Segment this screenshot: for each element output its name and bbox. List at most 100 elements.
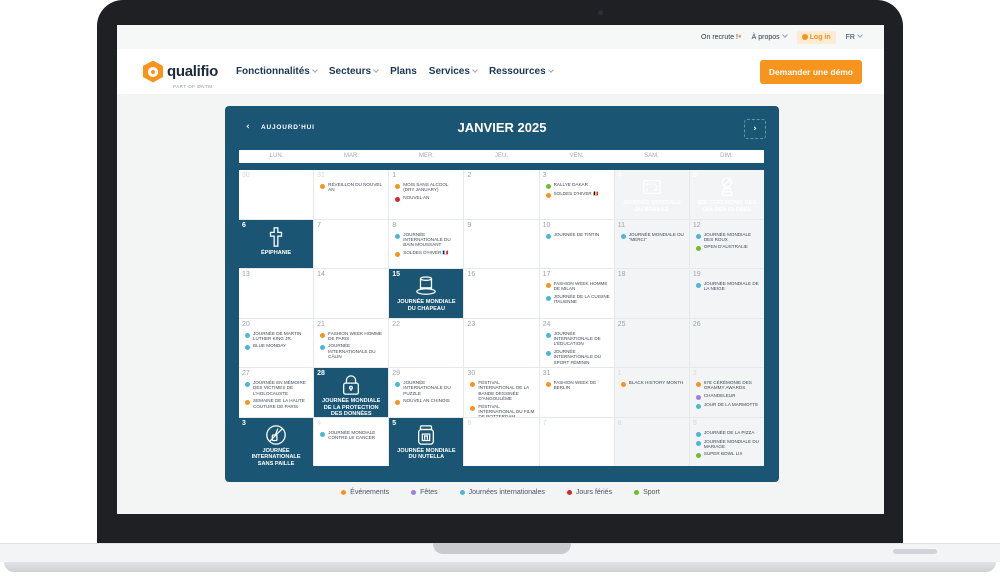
calendar-day[interactable]: 2 <box>464 170 539 219</box>
calendar-day[interactable]: 7 <box>539 417 614 466</box>
event-label: Festival international de la bande dessi… <box>478 380 529 402</box>
calendar-day[interactable]: 14 <box>314 269 389 318</box>
calendar-event[interactable]: Journée internationale du sport féminin <box>545 349 611 365</box>
nav-item-fonctionnalites[interactable]: Fonctionnalités <box>236 66 318 77</box>
calendar-day[interactable]: 4 Journée mondiale contre le cancer <box>314 417 389 466</box>
calendar-day[interactable]: 30 Festival international de la bande des… <box>464 368 539 417</box>
next-month-button[interactable]: › <box>744 119 766 139</box>
calendar-day[interactable]: 31 Réveillon du Nouvel An <box>314 170 389 219</box>
calendar-day[interactable]: 18 <box>614 269 689 318</box>
calendar-event[interactable]: Journée de la cuisine italienne <box>545 294 611 305</box>
calendar-event[interactable]: Journée de la pizza <box>695 430 761 437</box>
calendar-day[interactable]: 27 Journée en mémoire des victimes de l'H… <box>239 368 314 417</box>
language-selector[interactable]: FR <box>846 31 863 41</box>
calendar-event[interactable]: Mois sans alcool (Dry January) <box>395 182 460 193</box>
calendar-event[interactable]: Journée mondiale contre le cancer <box>320 430 385 441</box>
calendar-event[interactable]: Journée internationale du bain moussant <box>395 232 460 248</box>
nav-item-services[interactable]: Services <box>429 66 478 77</box>
calendar-day[interactable]: 22 <box>389 318 464 367</box>
calendar-event[interactable]: Journée de Tintin <box>545 232 611 239</box>
calendar-event[interactable]: Fashion Week Homme de Paris <box>320 331 385 342</box>
calendar-event[interactable]: Réveillon du Nouvel An <box>320 182 385 193</box>
calendar-event[interactable]: Blue Monday <box>245 343 310 351</box>
calendar-day-featured[interactable]: 3 Journée internationale sans paille <box>239 417 314 466</box>
calendar-day[interactable]: 3 Rallye Dakar Soldes d'hiver 🇧🇪 <box>539 170 614 219</box>
calendar-day-featured[interactable]: 15 Journée mondiale du chapeau <box>389 269 464 318</box>
calendar-day[interactable]: 29 Journée internationale du puzzle Nouvel… <box>389 368 464 417</box>
legend-item[interactable]: Sport <box>634 489 660 496</box>
category-dot-icon <box>620 382 626 387</box>
demo-request-button[interactable]: Demander une démo <box>759 59 862 84</box>
calendar-day[interactable]: 25 <box>614 318 689 367</box>
calendar-day[interactable]: 6 <box>464 417 539 466</box>
day-number: 3 <box>542 172 547 179</box>
calendar-event[interactable]: Nouvel An chinois <box>395 398 460 406</box>
calendar-day[interactable]: 24 Journée internationale de l'éducation J… <box>539 318 614 367</box>
legend-item[interactable]: Événements <box>341 489 389 496</box>
calendar-event[interactable]: Black History Month <box>620 380 686 387</box>
calendar-event[interactable]: Journée internationale de l'éducation <box>545 331 611 347</box>
calendar-day[interactable]: 30 <box>239 170 314 219</box>
legend-item[interactable]: Journées internationales <box>459 489 545 496</box>
calendar-day[interactable]: 9 <box>464 219 539 268</box>
calendar-event[interactable]: Journée mondiale du mariage <box>695 439 761 450</box>
calendar-event[interactable]: Semaine de la Haute Couture de Paris <box>245 398 310 409</box>
qualifio-logo[interactable]: qualifio PART OF ØNTM <box>143 60 218 89</box>
calendar-day-featured[interactable]: 5 Journée mondiale du Nutella <box>389 417 464 466</box>
calendar-event[interactable]: Journée internationale du câlin <box>320 343 385 359</box>
recruit-link[interactable]: On recrute !● <box>701 34 742 41</box>
calendar-event[interactable]: Journée mondiale du "merci" <box>620 232 686 243</box>
calendar-event[interactable]: Journée en mémoire des victimes de l'Hol… <box>245 380 310 396</box>
legend-item[interactable]: Jours fériés <box>566 489 613 496</box>
calendar-day[interactable]: 26 <box>689 318 764 367</box>
calendar-day[interactable]: 17 Fashion Week Homme de Milan Journée de … <box>539 269 614 318</box>
calendar-event[interactable]: Fashion Week de Berlin <box>545 380 611 391</box>
calendar-event[interactable]: Journée mondiale des roux <box>695 232 761 243</box>
calendar-day-featured[interactable]: 5 82e cérémonie des Golden Globes <box>689 170 764 219</box>
nav-item-plans[interactable]: Plans <box>390 66 417 77</box>
calendar-day[interactable]: 8 Journée internationale du bain moussant… <box>389 219 464 268</box>
nav-item-ressources[interactable]: Ressources <box>489 66 554 77</box>
calendar-event[interactable]: Fashion Week Homme de Milan <box>545 281 611 292</box>
calendar-event[interactable]: Festival international du film de Rotter… <box>470 404 535 417</box>
nav-item-secteurs[interactable]: Secteurs <box>329 66 379 77</box>
calendar-event[interactable]: Open d'Australie <box>695 244 761 252</box>
calendar-day[interactable]: 10 Journée de Tintin <box>539 219 614 268</box>
calendar-event[interactable]: Journée mondiale de la neige <box>695 281 761 292</box>
calendar-day[interactable]: 12 Journée mondiale des roux Open d'Austra… <box>689 219 764 268</box>
calendar-day[interactable]: 2 67e cérémonie des Grammy Awards Chandele… <box>689 368 764 417</box>
calendar-day[interactable]: 13 <box>239 269 314 318</box>
calendar-day[interactable]: 19 Journée mondiale de la neige <box>689 269 764 318</box>
calendar-event[interactable]: Rallye Dakar <box>545 182 611 189</box>
calendar-event[interactable]: Journée internationale du puzzle <box>395 380 460 396</box>
calendar-day-featured[interactable]: 28 Journée mondiale de la protection des … <box>314 368 389 417</box>
calendar-event[interactable]: Jour de la marmotte <box>695 402 761 409</box>
calendar-day[interactable]: 9 Journée de la pizza Journée mondiale du … <box>689 417 764 466</box>
calendar-day[interactable]: 23 <box>464 318 539 367</box>
calendar-day[interactable]: 1 Mois sans alcool (Dry January) Nouvel An <box>389 170 464 219</box>
calendar-event[interactable]: Super Bowl LIX <box>695 451 761 459</box>
calendar-event[interactable]: 67e cérémonie des Grammy Awards <box>695 380 761 391</box>
calendar-day[interactable]: 21 Fashion Week Homme de Paris Journée int… <box>314 318 389 367</box>
login-button[interactable]: Log in <box>796 30 836 44</box>
calendar-day[interactable]: 1 Black History Month <box>614 368 689 417</box>
calendar-day[interactable]: 11 Journée mondiale du "merci" <box>614 219 689 268</box>
calendar-event[interactable]: Chandeleur <box>695 393 761 400</box>
calendar-day-featured[interactable]: 6 Épiphanie <box>239 219 314 268</box>
calendar-day-featured[interactable]: 4 Journée mondiale du braille <box>614 170 689 219</box>
calendar-event[interactable]: Soldes d'hiver 🇧🇪 <box>545 191 611 198</box>
calendar-event[interactable]: Journée de Martin Luther King Jr. <box>245 331 310 342</box>
calendar-event[interactable]: Nouvel An <box>395 195 460 202</box>
category-dot-icon <box>545 295 551 301</box>
calendar-day[interactable]: 20 Journée de Martin Luther King Jr. Blue … <box>239 318 314 367</box>
calendar-day[interactable]: 16 <box>464 269 539 318</box>
hat-icon <box>415 275 437 297</box>
calendar-event[interactable]: Soldes d'hiver 🇫🇷 <box>395 250 460 257</box>
calendar-day[interactable]: 31 Fashion Week de Berlin <box>539 368 614 417</box>
calendar-event[interactable]: Festival international de la bande dessi… <box>470 380 535 402</box>
calendar-day[interactable]: 7 <box>314 219 389 268</box>
about-menu[interactable]: À propos <box>752 31 788 41</box>
calendar-day[interactable]: 8 <box>614 417 689 466</box>
legend-item[interactable]: Fêtes <box>411 489 438 496</box>
legend-label: Jours fériés <box>575 489 613 496</box>
